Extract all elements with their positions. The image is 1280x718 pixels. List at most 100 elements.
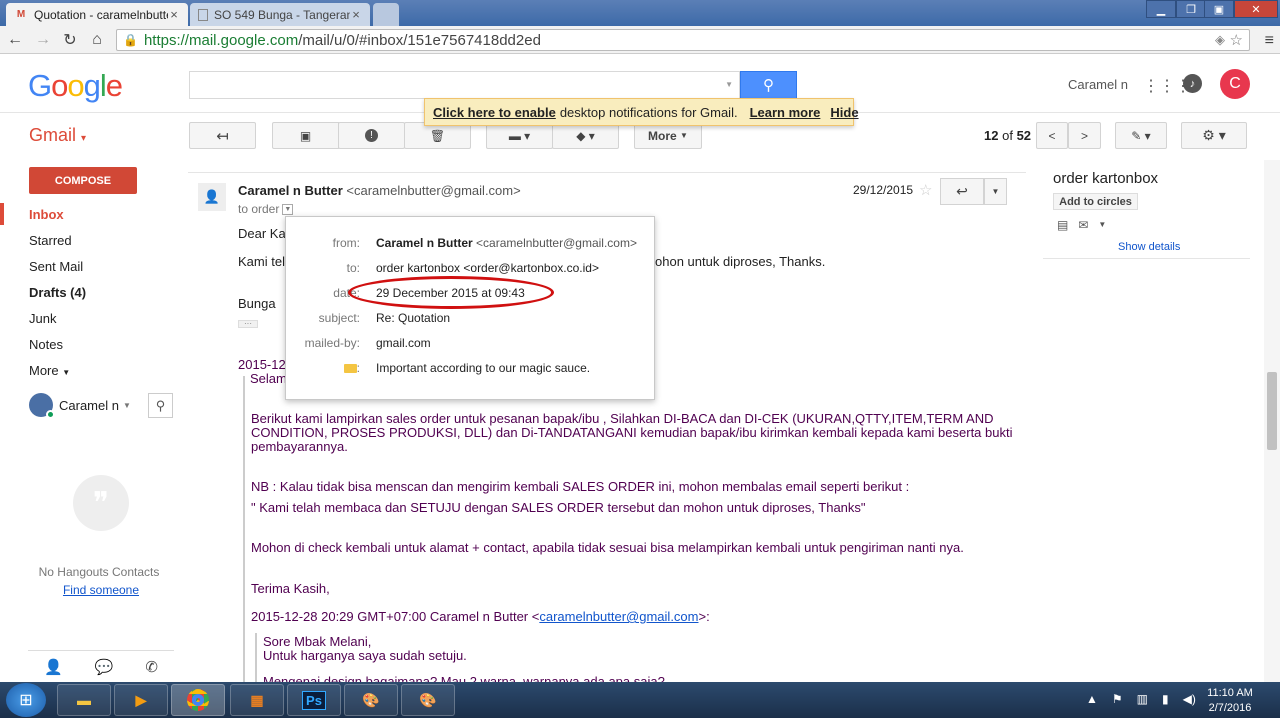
gmail-switcher[interactable]: Gmail ▾ bbox=[29, 125, 86, 146]
quote2-email-link[interactable]: caramelnbutter@gmail.com bbox=[539, 609, 698, 624]
nav-sent-mail[interactable]: Sent Mail bbox=[29, 259, 83, 274]
hide-link[interactable]: Hide bbox=[830, 105, 858, 120]
nav-inbox[interactable]: Inbox bbox=[29, 207, 64, 222]
phone-icon[interactable]: ✆ bbox=[145, 658, 158, 676]
star-icon[interactable]: ☆ bbox=[919, 181, 932, 199]
taskbar-media-player[interactable]: ▶ bbox=[114, 684, 168, 716]
sender-name[interactable]: Caramel n Butter bbox=[238, 183, 343, 198]
new-tab-button[interactable] bbox=[373, 3, 399, 26]
gmail-icon: M bbox=[16, 9, 26, 20]
address-bar[interactable]: 🔒 https://mail.google.com/mail/u/0/#inbo… bbox=[116, 29, 1250, 51]
start-button[interactable]: ⊞ bbox=[6, 683, 46, 717]
google-logo[interactable]: Google bbox=[28, 68, 123, 104]
taskbar-office[interactable]: ▦ bbox=[230, 684, 284, 716]
network-icon[interactable]: ▮ bbox=[1162, 692, 1169, 706]
settings-button[interactable]: ⚙ ▾ bbox=[1181, 122, 1247, 149]
restore-button[interactable]: ❐ bbox=[1176, 0, 1206, 18]
contacts-icon[interactable]: 👤 bbox=[44, 658, 63, 676]
taskbar-chrome[interactable] bbox=[171, 684, 225, 716]
taskbar-explorer[interactable]: ▬ bbox=[57, 684, 111, 716]
trash-icon: 🗑 bbox=[429, 128, 446, 143]
important-marker-icon bbox=[343, 364, 357, 374]
notifications-bell-icon[interactable]: ♪ bbox=[1183, 74, 1202, 93]
show-hidden-icons-icon[interactable]: ▲ bbox=[1086, 692, 1098, 706]
learn-more-link[interactable]: Learn more bbox=[750, 105, 821, 120]
nav-junk[interactable]: Junk bbox=[29, 311, 56, 326]
delete-button[interactable]: 🗑 bbox=[404, 122, 471, 149]
device-icon[interactable]: ▥ bbox=[1137, 692, 1148, 706]
find-someone-link[interactable]: Find someone bbox=[28, 583, 174, 597]
newer-button[interactable]: < bbox=[1036, 122, 1068, 149]
page-scrollbar[interactable] bbox=[1264, 160, 1280, 682]
forward-button[interactable]: → bbox=[32, 30, 54, 50]
tab-so549[interactable]: SO 549 Bunga - Tangeran × bbox=[190, 3, 370, 26]
hangouts-user[interactable]: Caramel n ▼ bbox=[29, 393, 131, 419]
body-greeting: Dear Ka bbox=[238, 226, 286, 241]
person-icon: 👤 bbox=[203, 189, 221, 204]
chevron-right-icon: > bbox=[1080, 128, 1088, 143]
search-button[interactable]: ⚲ bbox=[740, 71, 797, 99]
scrollbar-thumb[interactable] bbox=[1267, 372, 1277, 450]
labels-button[interactable]: ◆ ▾ bbox=[552, 122, 619, 149]
report-spam-button[interactable]: ! bbox=[338, 122, 405, 149]
hangouts-search-button[interactable]: ⚲ bbox=[148, 393, 173, 418]
nav-notes[interactable]: Notes bbox=[29, 337, 63, 352]
search-options-icon[interactable]: ▼ bbox=[725, 80, 733, 89]
contact-card-icon[interactable]: ▤ bbox=[1057, 218, 1068, 232]
browser-menu-min-button[interactable]: ▣ bbox=[1204, 0, 1234, 18]
user-name[interactable]: Caramel n bbox=[1068, 77, 1128, 92]
volume-icon[interactable]: ◀) bbox=[1183, 692, 1196, 706]
taskbar-clock[interactable]: 11:10 AM 2/7/2016 bbox=[1202, 686, 1258, 716]
taskbar-photoshop[interactable]: Ps bbox=[287, 684, 341, 716]
taskbar-paint-2[interactable]: 🎨 bbox=[401, 684, 455, 716]
back-to-inbox-button[interactable]: ↤ bbox=[189, 122, 256, 149]
chrome-menu-icon[interactable]: ≡ bbox=[1265, 32, 1274, 50]
back-arrow-icon: ↤ bbox=[216, 127, 229, 145]
close-icon[interactable]: × bbox=[350, 7, 362, 22]
quote-header: 2015-12- bbox=[238, 357, 291, 372]
home-button[interactable]: ⌂ bbox=[86, 30, 108, 50]
inbox-selected-indicator bbox=[0, 203, 4, 225]
input-tools-button[interactable]: ✎ ▾ bbox=[1115, 122, 1167, 149]
add-to-circles-button[interactable]: Add to circles bbox=[1053, 193, 1138, 210]
nav-starred[interactable]: Starred bbox=[29, 233, 72, 248]
compose-button[interactable]: COMPOSE bbox=[29, 167, 137, 194]
show-details-toggle[interactable]: ▼ bbox=[282, 204, 294, 216]
chat-icon[interactable]: 💬 bbox=[95, 658, 114, 676]
extension-icon[interactable]: ◈ bbox=[1215, 32, 1225, 48]
taskbar-paint-1[interactable]: 🎨 bbox=[344, 684, 398, 716]
tab-quotation[interactable]: M Quotation - caramelnbutte × bbox=[6, 3, 188, 26]
avatar[interactable]: C bbox=[1220, 69, 1250, 99]
back-button[interactable]: ← bbox=[4, 30, 26, 50]
older-button[interactable]: > bbox=[1068, 122, 1101, 149]
message-more-button[interactable]: ▼ bbox=[984, 178, 1007, 205]
archive-button[interactable]: ▣ bbox=[272, 122, 339, 149]
clock-time: 11:10 AM bbox=[1207, 687, 1253, 699]
bookmark-star-icon[interactable]: ☆ bbox=[1230, 31, 1243, 49]
paint-palette-icon: 🎨 bbox=[362, 691, 380, 708]
move-to-button[interactable]: ▬ ▾ bbox=[486, 122, 553, 149]
office-icon: ▦ bbox=[250, 691, 264, 708]
search-input[interactable]: ▼ bbox=[189, 71, 740, 99]
para2: NB : Kalau tidak bisa menscan dan mengir… bbox=[251, 479, 910, 494]
page-icon bbox=[198, 8, 208, 21]
hangouts-quote-icon: ❞ bbox=[73, 475, 129, 531]
close-window-button[interactable]: ✕ bbox=[1234, 0, 1278, 18]
search-icon: ⚲ bbox=[763, 77, 774, 94]
body-line1: Kami tel bbox=[238, 254, 285, 269]
show-details-link[interactable]: Show details bbox=[1118, 241, 1180, 253]
action-center-icon[interactable]: ⚑ bbox=[1112, 692, 1123, 706]
reply-button[interactable]: ↩ bbox=[940, 178, 984, 205]
chevron-down-icon[interactable]: ▼ bbox=[1098, 220, 1106, 232]
enable-notifications-link[interactable]: Click here to enable bbox=[433, 105, 556, 120]
close-icon[interactable]: × bbox=[168, 7, 180, 22]
nav-drafts[interactable]: Drafts (4) bbox=[29, 285, 86, 300]
reload-button[interactable]: ↻ bbox=[59, 30, 81, 50]
nav-more[interactable]: More ▼ bbox=[29, 363, 70, 378]
mail-icon[interactable]: ✉ bbox=[1078, 218, 1088, 232]
folder-icon: ▬ ▾ bbox=[508, 128, 531, 143]
more-actions-button[interactable]: More ▼ bbox=[634, 122, 702, 149]
minimize-button[interactable]: ▁ bbox=[1146, 0, 1176, 18]
show-trimmed-content-button[interactable]: ··· bbox=[238, 320, 258, 328]
hangouts-tabs: 👤 💬 ✆ bbox=[28, 650, 174, 682]
